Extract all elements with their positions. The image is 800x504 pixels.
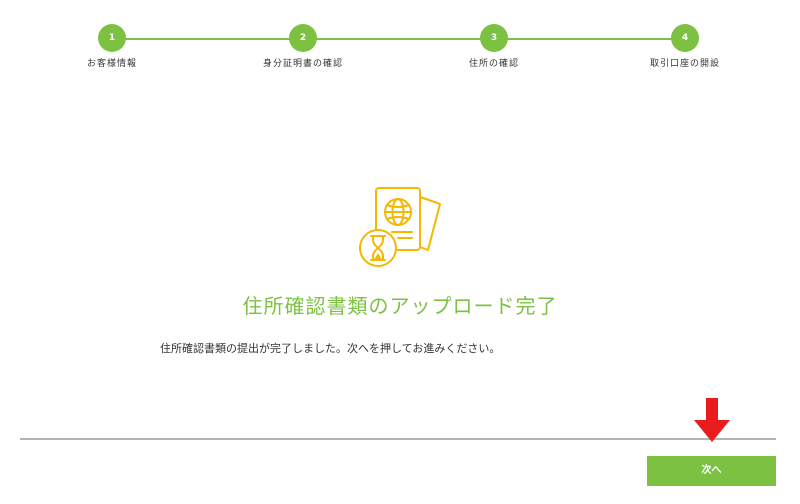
step-4-circle: 4 xyxy=(671,24,699,52)
step-4-label: 取引口座の開設 xyxy=(649,59,720,69)
step-1-circle: 1 xyxy=(98,24,126,52)
step-1: 1 お客様情報 xyxy=(52,24,172,69)
stepper-line xyxy=(112,38,685,40)
arrow-down-icon xyxy=(694,398,730,442)
step-3-circle: 3 xyxy=(480,24,508,52)
footer-divider xyxy=(20,438,776,440)
page-title: 住所確認書類のアップロード完了 xyxy=(242,294,558,318)
passport-hourglass-icon xyxy=(359,187,441,267)
step-2-circle: 2 xyxy=(289,24,317,52)
step-2: 2 身分証明書の確認 xyxy=(243,24,363,69)
next-button[interactable]: 次へ xyxy=(647,456,776,486)
step-1-label: お客様情報 xyxy=(86,59,137,69)
progress-stepper: 1 お客様情報 2 身分証明書の確認 3 住所の確認 4 取引口座の開設 xyxy=(0,24,800,84)
step-4: 4 取引口座の開設 xyxy=(625,24,745,69)
upload-complete-page: 1 お客様情報 2 身分証明書の確認 3 住所の確認 4 取引口座の開設 住所確… xyxy=(0,0,800,504)
completion-message: 住所確認書類の提出が完了しました。次へを押してお進みください。 xyxy=(160,342,501,355)
step-3-label: 住所の確認 xyxy=(468,59,519,69)
step-2-label: 身分証明書の確認 xyxy=(262,59,343,69)
step-3: 3 住所の確認 xyxy=(434,24,554,69)
